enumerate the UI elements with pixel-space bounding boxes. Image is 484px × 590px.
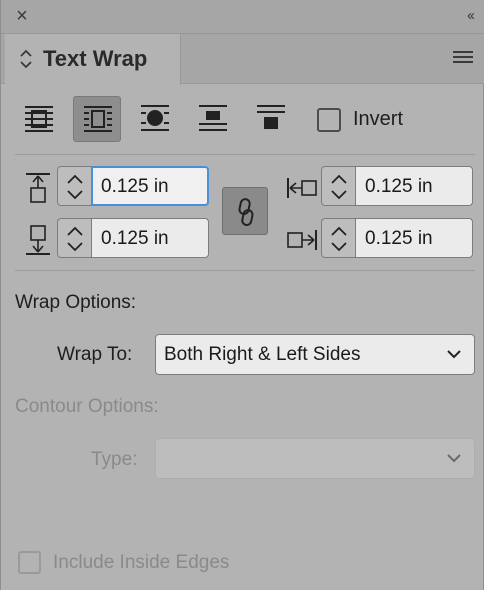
tab-text-wrap[interactable]: Text Wrap: [5, 34, 181, 85]
close-icon[interactable]: ×: [13, 6, 31, 26]
bounding-box-wrap-icon: [84, 106, 112, 132]
wrap-to-value: Both Right & Left Sides: [164, 344, 361, 365]
bottom-offset-input[interactable]: 0.125 in: [91, 218, 209, 258]
object-shape-wrap-icon: [141, 105, 169, 131]
top-offset-icon: [26, 173, 50, 203]
top-offset-stepper[interactable]: [57, 166, 91, 206]
bottom-offset-stepper[interactable]: [57, 218, 91, 258]
invert-label: Invert: [353, 108, 404, 130]
panel-title-bar: × ‹‹: [1, 0, 484, 34]
jump-to-next-column-button[interactable]: [247, 96, 295, 142]
panel-title: Text Wrap: [43, 46, 148, 71]
panel-tab-row: Text Wrap: [1, 34, 484, 85]
left-offset-input[interactable]: 0.125 in: [355, 166, 473, 206]
separator: [15, 154, 475, 155]
stepper-arrows-icon: [67, 226, 83, 252]
jump-to-next-column-icon: [257, 105, 285, 129]
contour-options-heading: Contour Options:: [15, 396, 159, 417]
include-inside-edges-checkbox[interactable]: [18, 551, 41, 574]
wrap-options-heading: Wrap Options:: [15, 292, 137, 313]
jump-object-icon: [199, 105, 227, 131]
invert-checkbox[interactable]: [317, 108, 341, 132]
stepper-arrows-icon: [331, 174, 347, 200]
right-offset-stepper[interactable]: [321, 218, 355, 258]
panel-menu-icon[interactable]: [453, 51, 473, 65]
make-all-settings-same-button[interactable]: [222, 187, 268, 235]
chevron-down-icon: [447, 350, 461, 359]
contour-type-label: Type:: [91, 449, 138, 470]
no-wrap-icon: [25, 106, 53, 132]
contour-type-dropdown[interactable]: [155, 438, 475, 479]
stepper-arrows-icon: [67, 174, 83, 200]
include-inside-edges-label: Include Inside Edges: [53, 552, 230, 573]
stepper-arrows-icon: [331, 226, 347, 252]
wrap-to-label: Wrap To:: [57, 344, 133, 365]
text-wrap-panel: × ‹‹ Text Wrap Invert 0.125 in 0.125 in …: [0, 0, 484, 590]
bottom-offset-icon: [26, 225, 50, 255]
wrap-object-shape-button[interactable]: [131, 96, 179, 142]
no-text-wrap-button[interactable]: [15, 96, 63, 142]
top-offset-input[interactable]: 0.125 in: [91, 166, 209, 206]
left-offset-stepper[interactable]: [321, 166, 355, 206]
chain-link-icon: [238, 198, 254, 227]
chevron-down-icon: [447, 454, 461, 463]
left-offset-icon: [287, 178, 317, 198]
wrap-bounding-box-button[interactable]: [73, 96, 121, 142]
tab-reorder-icon: [20, 49, 32, 69]
right-offset-input[interactable]: 0.125 in: [355, 218, 473, 258]
wrap-to-dropdown[interactable]: Both Right & Left Sides: [155, 334, 475, 375]
right-offset-icon: [287, 230, 317, 250]
collapse-panel-icon[interactable]: ‹‹: [467, 7, 475, 25]
jump-object-button[interactable]: [189, 96, 237, 142]
separator: [15, 270, 475, 271]
